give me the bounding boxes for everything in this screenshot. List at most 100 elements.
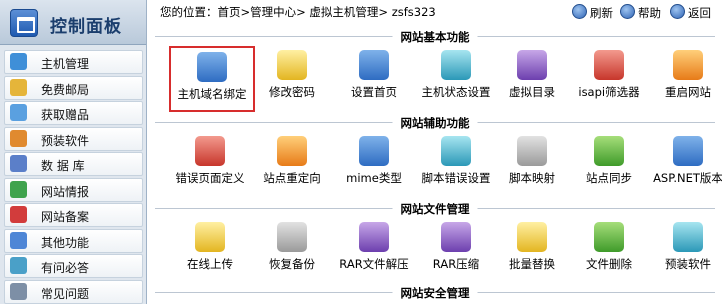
tool-button[interactable]: 脚本映射 bbox=[493, 132, 571, 198]
section-title: 网站文件管理 bbox=[155, 200, 715, 217]
record-icon bbox=[10, 206, 27, 223]
breadcrumb: 您的位置：首页>管理中心> 虚拟主机管理> zsfs323 bbox=[160, 5, 436, 19]
sidebar-item[interactable]: 获取赠品 bbox=[4, 101, 143, 125]
help-icon bbox=[620, 4, 635, 19]
sidebar-item[interactable]: 其他功能 bbox=[4, 228, 143, 253]
replace-icon bbox=[517, 222, 547, 252]
tool-button[interactable]: 主机域名绑定 bbox=[169, 46, 255, 112]
sidebar-title: 控制面板 bbox=[50, 17, 122, 37]
back-label: 返回 bbox=[688, 6, 711, 20]
main-panel: 网站基本功能主机域名绑定 修改密码 设置首页 主机状态设置 虚拟目录 isapi筛选器重启… bbox=[155, 24, 722, 304]
sidebar-item[interactable]: 主机管理 bbox=[4, 50, 143, 74]
tool-row: 在线上传 恢复备份 RAR文件解压 RAR压缩 批量替换 文件删除 预装软件 bbox=[155, 218, 715, 284]
domain-bind-icon bbox=[197, 52, 227, 82]
section-title-text: 网站基本功能 bbox=[392, 29, 478, 45]
tool-button[interactable]: 脚本错误设置 bbox=[417, 132, 495, 198]
gear-icon bbox=[441, 50, 471, 80]
tool-button[interactable]: 主机状态设置 bbox=[417, 46, 495, 112]
tool-button[interactable]: 文件删除 bbox=[570, 218, 648, 284]
help-label: 帮助 bbox=[638, 6, 661, 20]
tool-label: 错误页面定义 bbox=[175, 171, 245, 185]
tool-button[interactable]: RAR压缩 bbox=[417, 218, 495, 284]
clock-icon bbox=[517, 50, 547, 80]
restore-icon bbox=[277, 222, 307, 252]
sidebar-item-label: 常见问题 bbox=[41, 286, 90, 301]
globe-icon bbox=[10, 180, 27, 198]
script-error-icon bbox=[441, 136, 471, 166]
section-title-text: 网站文件管理 bbox=[392, 201, 478, 217]
tool-label: 恢复备份 bbox=[269, 257, 315, 271]
tool-row: 错误页面定义 站点重定向 mime类型 脚本错误设置 脚本映射 站点同步 ASP.NET版本 bbox=[155, 132, 722, 198]
faq-icon bbox=[10, 282, 27, 300]
sidebar-item[interactable]: 免费邮局 bbox=[4, 75, 143, 100]
sync-icon bbox=[594, 136, 624, 166]
section-title: 网站辅助功能 bbox=[155, 114, 715, 131]
sidebar-item-label: 其他功能 bbox=[41, 235, 90, 250]
sidebar-item[interactable]: 预装软件 bbox=[4, 126, 143, 151]
database-icon bbox=[10, 155, 27, 172]
back-icon bbox=[670, 4, 685, 19]
tool-label: 修改密码 bbox=[269, 85, 315, 99]
tool-button[interactable]: 设置首页 bbox=[335, 46, 413, 112]
sidebar-item-label: 有问必答 bbox=[41, 261, 90, 275]
tool-label: ASP.NET版本 bbox=[653, 171, 722, 185]
sidebar-item-label: 免费邮局 bbox=[41, 82, 90, 97]
restart-icon bbox=[673, 50, 703, 80]
tool-label: 在线上传 bbox=[187, 257, 233, 271]
redirect-icon bbox=[277, 136, 307, 166]
delete-icon bbox=[594, 222, 624, 252]
tool-button[interactable]: 恢复备份 bbox=[253, 218, 331, 284]
back-button[interactable]: 返回 bbox=[670, 4, 711, 21]
sidebar-item[interactable]: 数 据 库 bbox=[4, 152, 143, 176]
rar-extract-icon bbox=[359, 222, 389, 252]
server-icon bbox=[10, 53, 27, 70]
sidebar-item-label: 网站情报 bbox=[41, 184, 90, 199]
sidebar-menu: 主机管理免费邮局获取赠品预装软件数 据 库网站情报网站备案其他功能有问必答常见问… bbox=[4, 50, 143, 305]
tool-button[interactable]: 虚拟目录 bbox=[493, 46, 571, 112]
script-map-icon bbox=[517, 136, 547, 166]
error-page-icon bbox=[195, 136, 225, 166]
tool-button[interactable]: 预装软件 bbox=[649, 218, 722, 284]
software-icon bbox=[10, 129, 27, 147]
tool-button[interactable]: 站点重定向 bbox=[253, 132, 331, 198]
tool-button[interactable]: mime类型 bbox=[335, 132, 413, 198]
section-title-text: 网站安全管理 bbox=[392, 285, 478, 301]
tool-button[interactable]: isapi筛选器 bbox=[570, 46, 648, 112]
aspnet-icon bbox=[673, 136, 703, 166]
mail-icon bbox=[10, 78, 27, 96]
sidebar-item-label: 数 据 库 bbox=[41, 159, 85, 173]
section-title: 网站安全管理 bbox=[155, 284, 715, 301]
tool-button[interactable]: 重启网站 bbox=[649, 46, 722, 112]
sidebar-item[interactable]: 有问必答 bbox=[4, 254, 143, 278]
tools-icon bbox=[594, 50, 624, 80]
cd-icon bbox=[673, 222, 703, 252]
tool-button[interactable]: 错误页面定义 bbox=[171, 132, 249, 198]
help-button[interactable]: 帮助 bbox=[620, 4, 661, 21]
topbar: 您的位置：首页>管理中心> 虚拟主机管理> zsfs323 刷新 帮助 返回 bbox=[146, 0, 722, 24]
sidebar-item-label: 主机管理 bbox=[41, 57, 90, 71]
sidebar-item-label: 网站备案 bbox=[41, 210, 90, 224]
homepage-icon bbox=[359, 50, 389, 80]
tool-button[interactable]: 批量替换 bbox=[493, 218, 571, 284]
mime-icon bbox=[359, 136, 389, 166]
tool-button[interactable]: RAR文件解压 bbox=[335, 218, 413, 284]
sidebar-item[interactable]: 常见问题 bbox=[4, 279, 143, 304]
sidebar: 控制面板 主机管理免费邮局获取赠品预装软件数 据 库网站情报网站备案其他功能有问… bbox=[0, 0, 147, 304]
sidebar-item[interactable]: 网站备案 bbox=[4, 203, 143, 227]
tool-label: 重启网站 bbox=[665, 85, 711, 99]
sidebar-item-label: 预装软件 bbox=[41, 133, 90, 148]
tool-label: 设置首页 bbox=[351, 85, 397, 99]
tool-button[interactable]: ASP.NET版本 bbox=[649, 132, 722, 198]
refresh-button[interactable]: 刷新 bbox=[572, 4, 613, 21]
sidebar-item-label: 获取赠品 bbox=[41, 108, 90, 122]
tool-label: 主机域名绑定 bbox=[177, 87, 247, 101]
tool-label: RAR文件解压 bbox=[339, 257, 409, 271]
qa-icon bbox=[10, 257, 27, 274]
lock-icon bbox=[277, 50, 307, 80]
tool-button[interactable]: 站点同步 bbox=[570, 132, 648, 198]
tool-button[interactable]: 在线上传 bbox=[171, 218, 249, 284]
tool-label: mime类型 bbox=[346, 171, 402, 185]
sidebar-item[interactable]: 网站情报 bbox=[4, 177, 143, 202]
folder-icon bbox=[10, 231, 27, 249]
tool-button[interactable]: 修改密码 bbox=[253, 46, 331, 112]
